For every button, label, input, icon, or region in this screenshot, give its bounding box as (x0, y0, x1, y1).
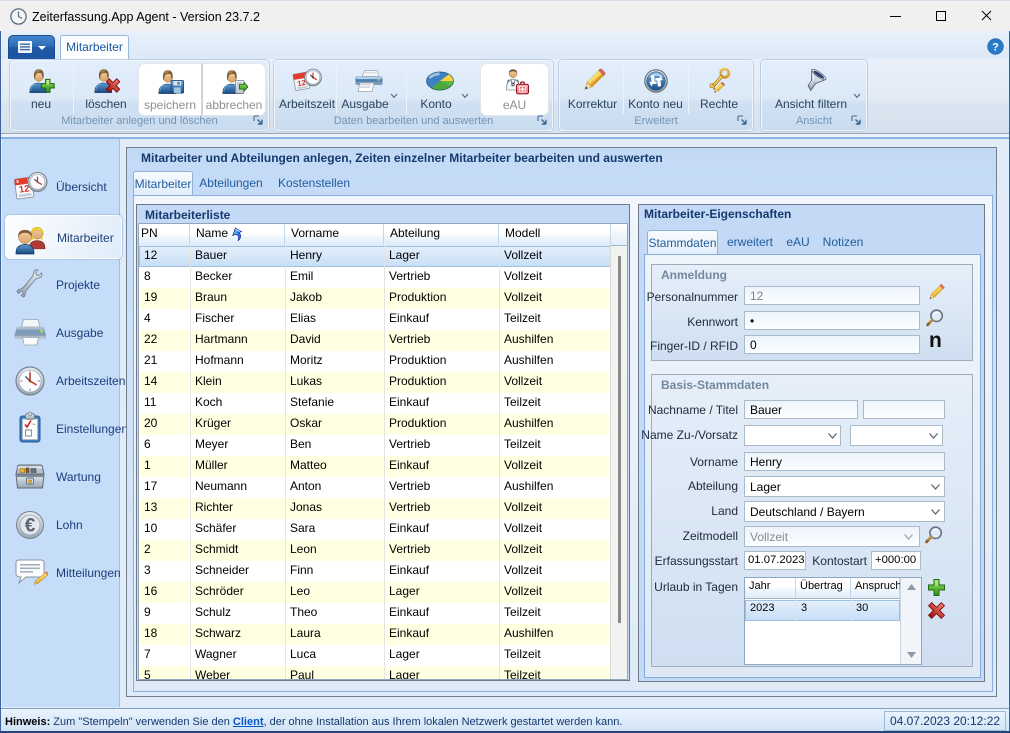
svg-text:?: ? (992, 42, 999, 54)
svg-text:€: € (25, 516, 36, 537)
